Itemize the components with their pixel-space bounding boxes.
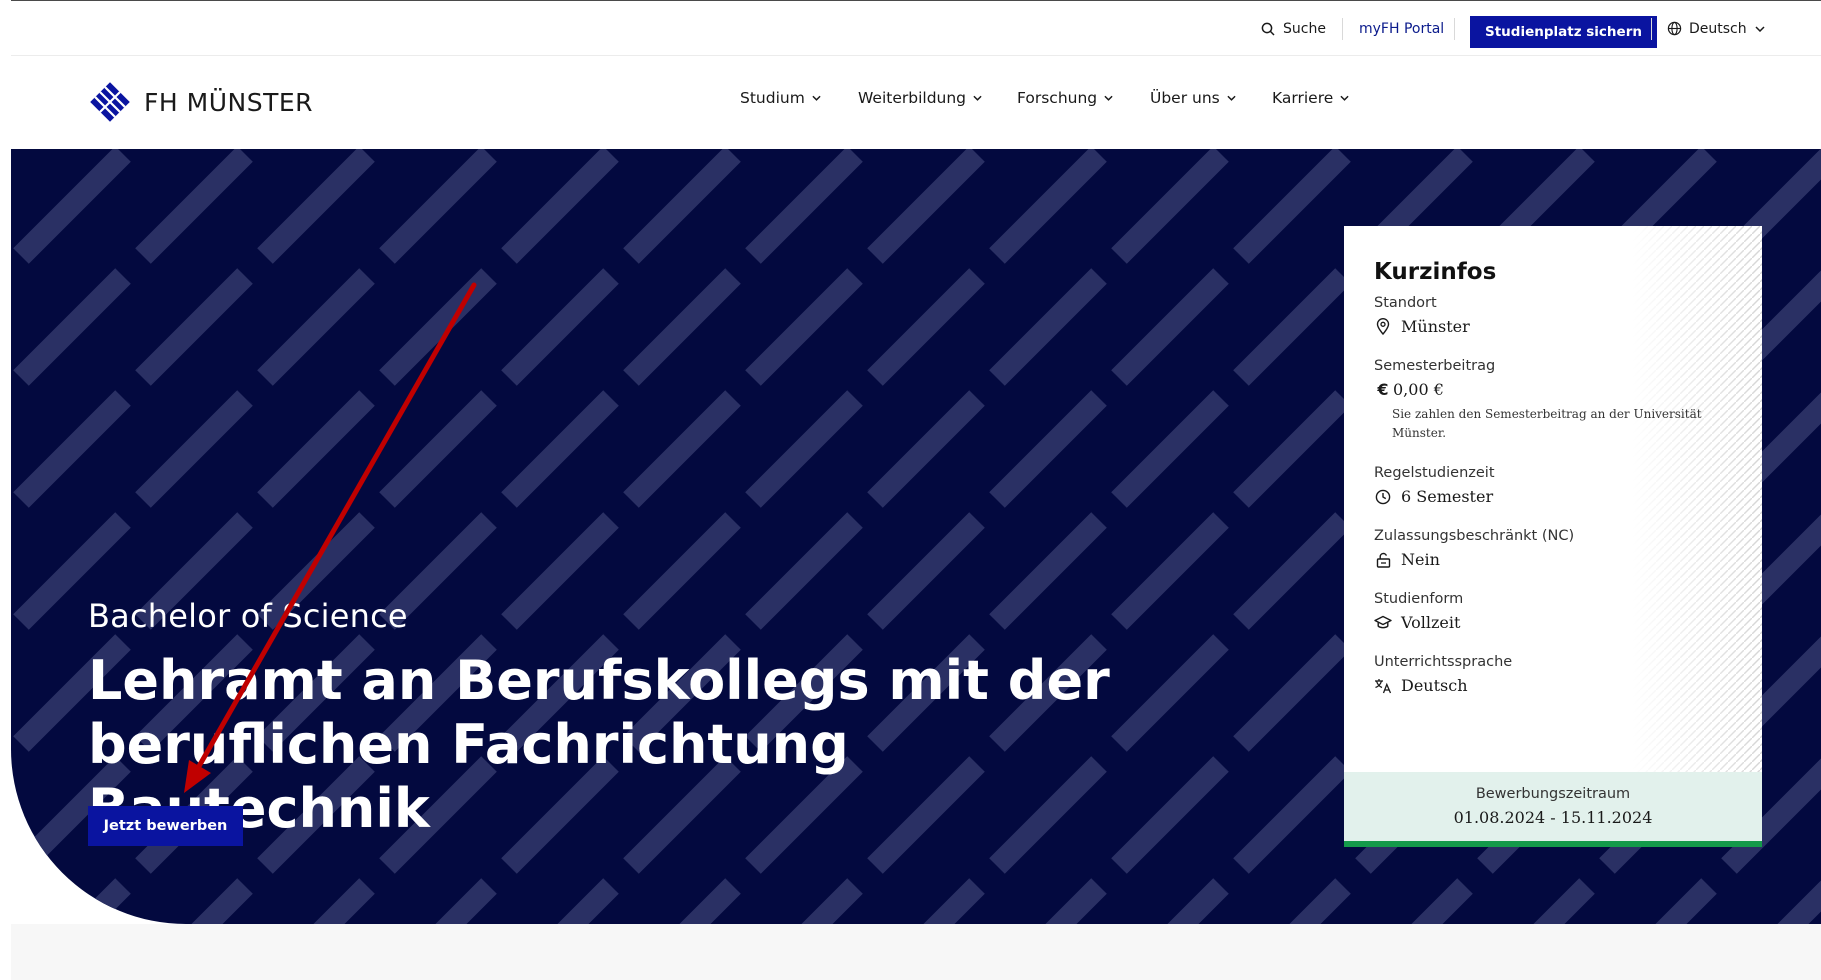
info-note: Sie zahlen den Semesterbeitrag an der Un… bbox=[1392, 407, 1702, 440]
search-icon bbox=[1261, 22, 1275, 36]
nav-item-weiterbildung[interactable]: Weiterbildung bbox=[858, 89, 982, 107]
location-pin-icon bbox=[1374, 318, 1392, 335]
chevron-down-icon bbox=[1104, 95, 1113, 101]
bewerbungszeitraum-panel: Bewerbungszeitraum 01.08.2024 - 15.11.20… bbox=[1344, 772, 1762, 841]
myfh-portal-link[interactable]: myFH Portal bbox=[1359, 1, 1444, 56]
fh-muenster-logo[interactable]: FH MÜNSTER bbox=[90, 82, 313, 122]
language-selector[interactable]: Deutsch bbox=[1667, 1, 1765, 56]
info-label: Unterrichtssprache bbox=[1374, 654, 1513, 670]
info-value: Münster bbox=[1401, 317, 1470, 336]
info-value: Vollzeit bbox=[1401, 613, 1461, 632]
main-navigation: FH MÜNSTER Studium Weiterbildung Forschu… bbox=[11, 56, 1821, 149]
info-label: Standort bbox=[1374, 295, 1437, 311]
chevron-down-icon bbox=[1340, 95, 1349, 101]
info-value: Deutsch bbox=[1401, 676, 1468, 695]
unlock-icon bbox=[1374, 552, 1392, 568]
info-semesterbeitrag: Semesterbeitrag € 0,00 € Sie zahlen den … bbox=[1374, 358, 1732, 443]
studienplatz-sichern-button[interactable]: Studienplatz sichern bbox=[1470, 16, 1657, 48]
page-gutter bbox=[0, 0, 11, 980]
clock-icon bbox=[1374, 489, 1392, 505]
info-value: 0,00 € bbox=[1393, 380, 1444, 399]
info-value: Nein bbox=[1401, 550, 1440, 569]
info-value: 6 Semester bbox=[1401, 487, 1494, 506]
translate-icon bbox=[1374, 678, 1392, 694]
separator bbox=[1651, 18, 1652, 40]
search-label: Suche bbox=[1283, 20, 1326, 37]
nav-item-ueber-uns[interactable]: Über uns bbox=[1150, 89, 1236, 107]
nav-item-label: Über uns bbox=[1150, 89, 1220, 107]
program-title: Lehramt an Berufskollegs mit der berufli… bbox=[88, 649, 1110, 840]
separator bbox=[1454, 18, 1455, 40]
info-label: Zulassungsbeschränkt (NC) bbox=[1374, 528, 1575, 544]
footer-value: 01.08.2024 - 15.11.2024 bbox=[1453, 808, 1653, 827]
language-label: Deutsch bbox=[1689, 20, 1747, 37]
info-regelstudienzeit: Regelstudienzeit 6 Semester bbox=[1374, 465, 1732, 506]
footer-accent-bar bbox=[1344, 841, 1762, 847]
globe-icon bbox=[1667, 21, 1682, 36]
card-title: Kurzinfos bbox=[1374, 259, 1497, 285]
search-link[interactable]: Suche bbox=[1261, 1, 1326, 56]
info-studienform: Studienform Vollzeit bbox=[1374, 591, 1732, 632]
content-area bbox=[11, 924, 1821, 980]
euro-icon: € bbox=[1377, 380, 1389, 399]
separator bbox=[1342, 18, 1343, 40]
nav-item-label: Forschung bbox=[1017, 89, 1098, 107]
nav-item-forschung[interactable]: Forschung bbox=[1017, 89, 1113, 107]
logo-mark-icon bbox=[90, 82, 130, 122]
chevron-down-icon bbox=[973, 95, 982, 101]
info-label: Semesterbeitrag bbox=[1374, 358, 1496, 374]
info-label: Studienform bbox=[1374, 591, 1464, 607]
nav-item-label: Weiterbildung bbox=[858, 89, 967, 107]
logo-text: FH MÜNSTER bbox=[144, 87, 314, 117]
nav-item-studium[interactable]: Studium bbox=[740, 89, 821, 107]
info-zulassung: Zulassungsbeschränkt (NC) Nein bbox=[1374, 528, 1732, 569]
utility-bar: Suche myFH Portal Studienplatz sichern D… bbox=[11, 1, 1821, 56]
footer-label: Bewerbungszeitraum bbox=[1475, 786, 1631, 802]
graduation-cap-icon bbox=[1374, 615, 1392, 630]
info-label: Regelstudienzeit bbox=[1374, 465, 1495, 481]
kurzinfos-card: Kurzinfos Standort Münster Semesterbeitr… bbox=[1344, 226, 1762, 847]
degree-type: Bachelor of Science bbox=[88, 597, 408, 635]
nav-item-label: Karriere bbox=[1272, 89, 1334, 107]
chevron-down-icon bbox=[1755, 25, 1765, 32]
chevron-down-icon bbox=[812, 95, 821, 101]
jetzt-bewerben-button[interactable]: Jetzt bewerben bbox=[88, 806, 243, 846]
info-standort: Standort Münster bbox=[1374, 295, 1732, 336]
info-unterrichtssprache: Unterrichtssprache Deutsch bbox=[1374, 654, 1732, 695]
nav-item-label: Studium bbox=[740, 89, 805, 107]
nav-item-karriere[interactable]: Karriere bbox=[1272, 89, 1349, 107]
chevron-down-icon bbox=[1227, 95, 1236, 101]
